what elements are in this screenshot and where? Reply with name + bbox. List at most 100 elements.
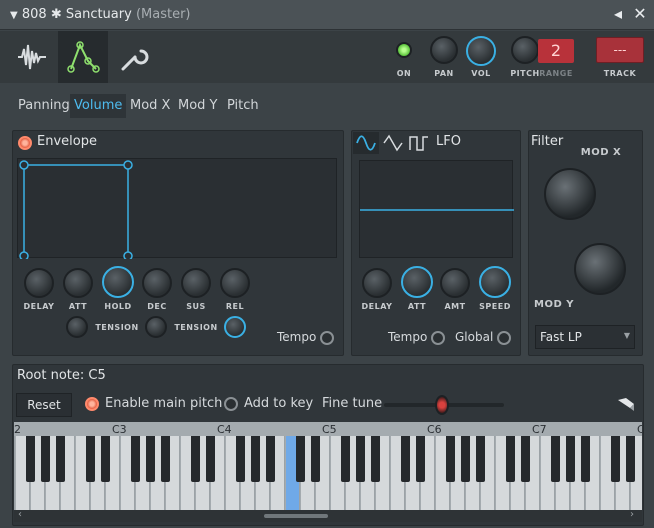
piano-keyboard[interactable]: 2 C3 C4 C5 C6 C7 C [14, 422, 642, 510]
black-key[interactable] [161, 436, 170, 482]
black-key[interactable] [131, 436, 140, 482]
filter-type-select[interactable]: Fast LP ▼ [535, 325, 635, 349]
black-key[interactable] [101, 436, 110, 482]
env-att-knob[interactable] [63, 268, 93, 298]
envelope-toggle[interactable] [18, 136, 32, 150]
env-tempo-label: Tempo [277, 330, 317, 344]
scroll-right-icon[interactable]: › [630, 509, 634, 520]
lfo-delay-knob[interactable] [362, 268, 392, 298]
black-key[interactable] [146, 436, 155, 482]
lfo-shape-triangle[interactable] [381, 132, 405, 154]
dec-tension-knob[interactable] [145, 316, 167, 338]
black-key[interactable] [86, 436, 95, 482]
pitch-knob[interactable] [511, 36, 539, 64]
env-dec-knob[interactable] [142, 268, 172, 298]
black-key[interactable] [26, 436, 35, 482]
add-to-key-label: Add to key [244, 396, 314, 411]
envelope-shape [19, 160, 133, 261]
enable-main-pitch-toggle[interactable] [85, 397, 99, 411]
white-key[interactable] [14, 436, 15, 510]
lfo-att-knob[interactable] [401, 266, 433, 298]
tab-pitch[interactable]: Pitch [227, 98, 259, 113]
black-key[interactable] [446, 436, 455, 482]
env-sus-label: SUS [186, 302, 206, 311]
black-key[interactable] [41, 436, 50, 482]
tab-mod-y[interactable]: Mod Y [178, 98, 218, 113]
black-key[interactable] [56, 436, 65, 482]
filter-type-value: Fast LP [540, 330, 582, 344]
att-tension-label: TENSION [95, 323, 139, 332]
top-toolbar: ON PAN VOL PITCH 2 RANGE --- TRACK [0, 31, 654, 83]
on-led[interactable] [396, 42, 412, 58]
tab-mod-x[interactable]: Mod X [130, 98, 170, 113]
lfo-speed-knob[interactable] [479, 266, 511, 298]
menu-arrow-icon[interactable]: ▼ [10, 10, 18, 21]
black-key[interactable] [506, 436, 515, 482]
att-tension-knob[interactable] [66, 316, 88, 338]
master-label: (Master) [135, 7, 191, 22]
env-delay-knob[interactable] [24, 268, 54, 298]
env-dec-label: DEC [147, 302, 167, 311]
black-key[interactable] [266, 436, 275, 482]
tab-settings[interactable] [108, 31, 158, 83]
black-key[interactable] [371, 436, 380, 482]
waveform-icon [18, 44, 46, 70]
env-hold-knob[interactable] [102, 266, 134, 298]
tab-panning[interactable]: Panning [18, 98, 70, 113]
lfo-global-toggle[interactable] [497, 331, 511, 345]
black-key[interactable] [611, 436, 620, 482]
keyboard-scrollbar[interactable]: ‹ › [14, 509, 642, 522]
pan-knob[interactable] [430, 36, 458, 64]
title-bar: ▼ 808 ✱ Sanctuary (Master) ◂ ✕ [0, 0, 654, 30]
lfo-amt-label: AMT [444, 302, 466, 311]
lfo-amt-knob[interactable] [440, 268, 470, 298]
black-key[interactable] [401, 436, 410, 482]
env-tempo-toggle[interactable] [320, 331, 334, 345]
black-key[interactable] [191, 436, 200, 482]
add-to-key-toggle[interactable] [224, 397, 238, 411]
black-key[interactable] [476, 436, 485, 482]
pin-icon[interactable]: ◂ [608, 4, 628, 24]
lfo-shape-sine[interactable] [353, 132, 379, 154]
black-key[interactable] [311, 436, 320, 482]
envelope-graph[interactable] [17, 158, 337, 261]
filter-cutoff-knob[interactable] [544, 168, 596, 220]
tab-waveform[interactable] [8, 31, 58, 83]
black-key[interactable] [521, 436, 530, 482]
tab-envelope[interactable] [58, 31, 108, 83]
volume-knob[interactable] [466, 36, 496, 66]
rel-tension-knob[interactable] [224, 316, 246, 338]
black-key[interactable] [356, 436, 365, 482]
black-key[interactable] [626, 436, 635, 482]
black-key[interactable] [551, 436, 560, 482]
lfo-tempo-toggle[interactable] [431, 331, 445, 345]
black-key[interactable] [566, 436, 575, 482]
scrollbar-thumb[interactable] [264, 514, 328, 518]
black-key[interactable] [296, 436, 305, 482]
black-key[interactable] [251, 436, 260, 482]
black-key[interactable] [581, 436, 590, 482]
black-key[interactable] [461, 436, 470, 482]
black-key[interactable] [206, 436, 215, 482]
pan-label: PAN [434, 69, 454, 78]
tab-volume[interactable]: Volume [70, 94, 127, 118]
mixer-track-display[interactable]: --- [596, 37, 644, 63]
channel-name: Sanctuary [65, 7, 132, 22]
reset-button[interactable]: Reset [16, 393, 72, 417]
env-rel-knob[interactable] [220, 268, 250, 298]
pen-icon [618, 398, 634, 411]
black-key[interactable] [236, 436, 245, 482]
fine-tune-handle[interactable] [435, 395, 449, 415]
env-sus-knob[interactable] [181, 268, 211, 298]
scroll-left-icon[interactable]: ‹ [18, 509, 22, 520]
lfo-shape-square[interactable] [407, 132, 431, 154]
wrench-icon [121, 49, 149, 71]
pitch-label: PITCH [510, 69, 540, 78]
close-icon[interactable]: ✕ [630, 4, 650, 24]
black-key[interactable] [416, 436, 425, 482]
keyboard-pen-icon[interactable] [616, 396, 636, 412]
black-key[interactable] [341, 436, 350, 482]
filter-resonance-knob[interactable] [574, 243, 626, 295]
lfo-line [360, 209, 514, 211]
pitch-range-display[interactable]: 2 [538, 39, 574, 63]
